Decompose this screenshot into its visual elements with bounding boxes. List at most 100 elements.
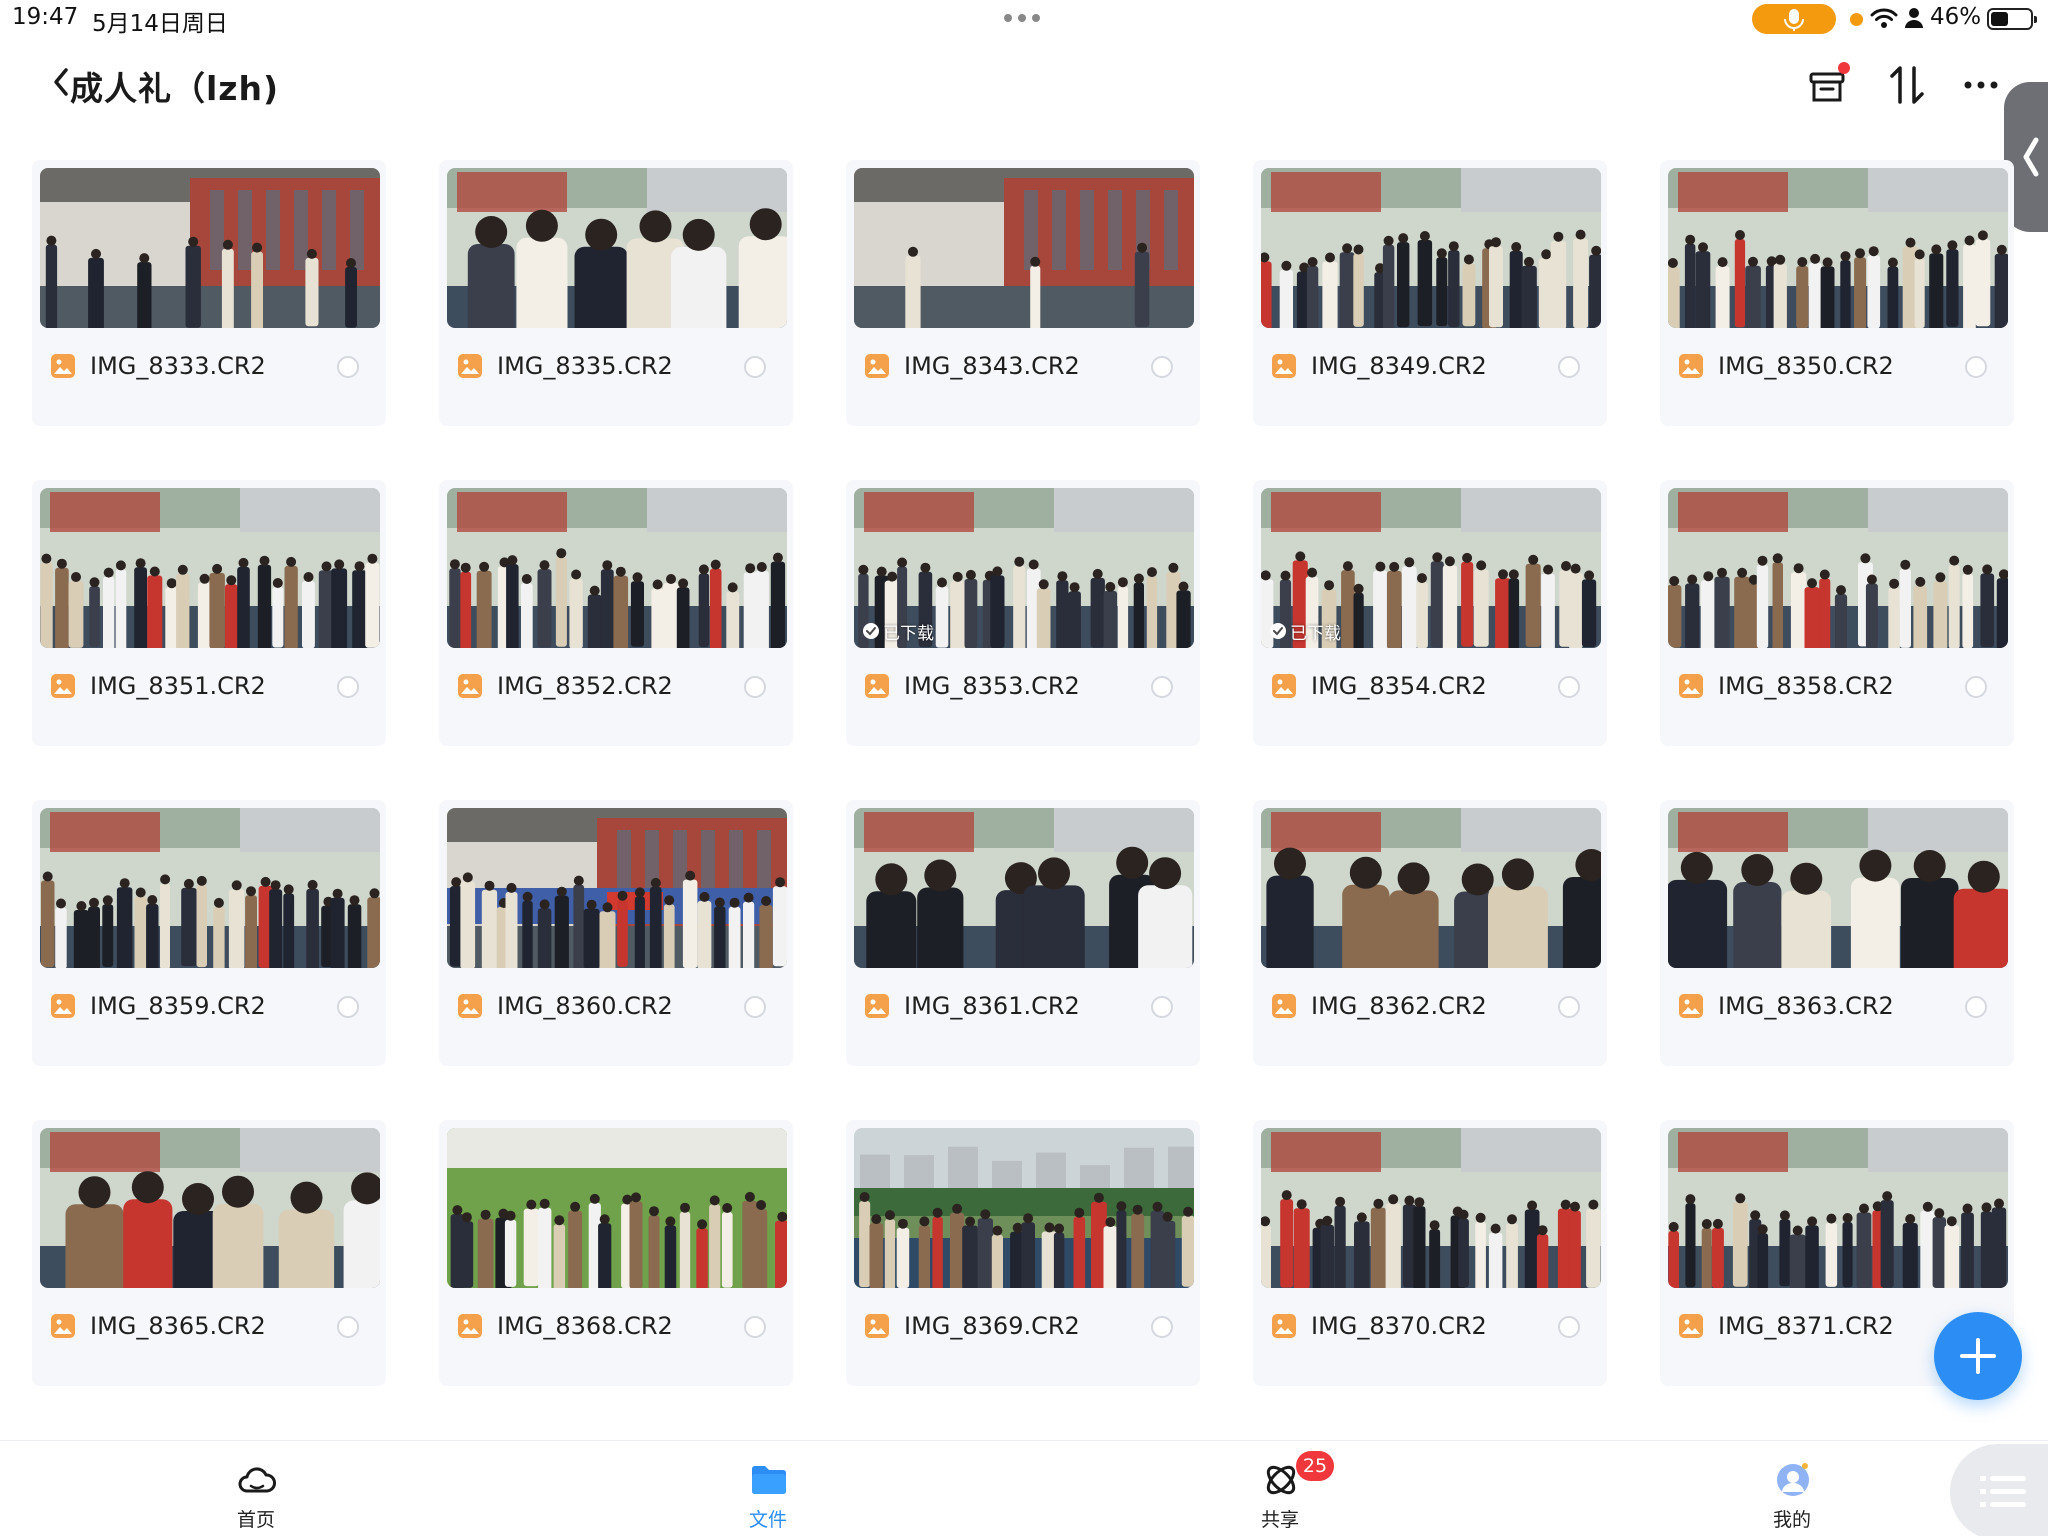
file-card[interactable]: IMG_8369.CR2 — [846, 1120, 1200, 1386]
file-thumbnail[interactable] — [447, 1128, 787, 1288]
select-checkbox[interactable] — [1558, 996, 1580, 1018]
tab-label: 文件 — [748, 1509, 787, 1531]
photo-thumbnail-image — [1261, 808, 1601, 968]
photo-thumbnail-image — [1261, 1128, 1601, 1288]
select-checkbox[interactable] — [1151, 1316, 1173, 1338]
file-thumbnail[interactable] — [447, 488, 787, 648]
file-name: IMG_8352.CR2 — [497, 672, 673, 700]
file-card[interactable]: IMG_8358.CR2 — [1660, 480, 2014, 746]
file-name: IMG_8349.CR2 — [1311, 352, 1487, 380]
file-card[interactable]: IMG_8349.CR2 — [1253, 160, 1607, 426]
select-checkbox[interactable] — [744, 356, 766, 378]
select-checkbox[interactable] — [744, 1316, 766, 1338]
file-card[interactable]: IMG_8351.CR2 — [32, 480, 386, 746]
image-file-icon — [457, 1313, 483, 1339]
file-thumbnail[interactable] — [854, 808, 1194, 968]
file-thumbnail[interactable]: 已下载 — [1261, 488, 1601, 648]
image-file-icon — [864, 1313, 890, 1339]
photo-thumbnail-image — [447, 1128, 787, 1288]
file-thumbnail[interactable] — [1261, 808, 1601, 968]
select-checkbox[interactable] — [1965, 996, 1987, 1018]
bottom-tab-bar: 首页 文件 25 共享 我的 — [0, 1440, 2048, 1536]
tab-share[interactable]: 25 共享 — [1220, 1451, 1340, 1535]
file-card[interactable]: IMG_8335.CR2 — [439, 160, 793, 426]
check-circle-icon — [863, 623, 879, 639]
list-view-toggle[interactable] — [1950, 1444, 2048, 1536]
file-card[interactable]: IMG_8350.CR2 — [1660, 160, 2014, 426]
file-card[interactable]: IMG_8333.CR2 — [32, 160, 386, 426]
downloaded-badge: 已下载 — [862, 620, 934, 644]
file-thumbnail[interactable] — [40, 168, 380, 328]
file-thumbnail[interactable]: 已下载 — [854, 488, 1194, 648]
file-card[interactable]: IMG_8360.CR2 — [439, 800, 793, 1066]
file-thumbnail[interactable] — [40, 808, 380, 968]
select-checkbox[interactable] — [337, 996, 359, 1018]
file-thumbnail[interactable] — [1668, 808, 2008, 968]
file-thumbnail[interactable] — [1668, 488, 2008, 648]
file-card[interactable]: IMG_8352.CR2 — [439, 480, 793, 746]
file-name: IMG_8358.CR2 — [1718, 672, 1894, 700]
file-thumbnail[interactable] — [40, 1128, 380, 1288]
select-checkbox[interactable] — [1965, 676, 1987, 698]
file-thumbnail[interactable] — [40, 488, 380, 648]
file-name: IMG_8351.CR2 — [90, 672, 266, 700]
downloaded-badge: 已下载 — [1269, 620, 1341, 644]
file-name: IMG_8371.CR2 — [1718, 1312, 1894, 1340]
file-thumbnail[interactable] — [447, 808, 787, 968]
select-checkbox[interactable] — [1558, 1316, 1580, 1338]
tab-label: 我的 — [1772, 1509, 1811, 1531]
file-card[interactable]: IMG_8362.CR2 — [1253, 800, 1607, 1066]
select-checkbox[interactable] — [337, 356, 359, 378]
select-checkbox[interactable] — [1558, 676, 1580, 698]
file-card[interactable]: IMG_8359.CR2 — [32, 800, 386, 1066]
image-file-icon — [864, 993, 890, 1019]
photo-thumbnail-image — [40, 808, 380, 968]
image-file-icon — [50, 1313, 76, 1339]
file-thumbnail[interactable] — [1261, 1128, 1601, 1288]
file-card[interactable]: IMG_8363.CR2 — [1660, 800, 2014, 1066]
image-file-icon — [1271, 993, 1297, 1019]
select-checkbox[interactable] — [744, 676, 766, 698]
file-card[interactable]: IMG_8370.CR2 — [1253, 1120, 1607, 1386]
image-file-icon — [50, 993, 76, 1019]
file-thumbnail[interactable] — [1261, 168, 1601, 328]
photo-thumbnail-image — [40, 1128, 380, 1288]
select-checkbox[interactable] — [337, 676, 359, 698]
file-card[interactable]: 已下载 IMG_8353.CR2 — [846, 480, 1200, 746]
add-button[interactable] — [1934, 1312, 2022, 1400]
file-name: IMG_8363.CR2 — [1718, 992, 1894, 1020]
tab-home[interactable]: 首页 — [196, 1459, 316, 1535]
select-checkbox[interactable] — [337, 1316, 359, 1338]
tab-files[interactable]: 文件 — [708, 1459, 828, 1535]
select-checkbox[interactable] — [1151, 676, 1173, 698]
plus-icon — [1960, 1338, 1996, 1374]
file-thumbnail[interactable] — [854, 168, 1194, 328]
file-card[interactable]: IMG_8343.CR2 — [846, 160, 1200, 426]
tab-label: 首页 — [236, 1509, 275, 1531]
select-checkbox[interactable] — [1151, 356, 1173, 378]
file-name: IMG_8343.CR2 — [904, 352, 1080, 380]
file-card[interactable]: IMG_8361.CR2 — [846, 800, 1200, 1066]
photo-thumbnail-image — [40, 168, 380, 328]
image-file-icon — [1678, 1313, 1704, 1339]
file-card[interactable]: IMG_8365.CR2 — [32, 1120, 386, 1386]
image-file-icon — [864, 353, 890, 379]
file-thumbnail[interactable] — [1668, 1128, 2008, 1288]
select-checkbox[interactable] — [744, 996, 766, 1018]
file-card[interactable]: IMG_8368.CR2 — [439, 1120, 793, 1386]
image-file-icon — [1271, 673, 1297, 699]
file-card[interactable]: 已下载 IMG_8354.CR2 — [1253, 480, 1607, 746]
file-name: IMG_8335.CR2 — [497, 352, 673, 380]
file-thumbnail[interactable] — [447, 168, 787, 328]
select-checkbox[interactable] — [1558, 356, 1580, 378]
file-thumbnail[interactable] — [1668, 168, 2008, 328]
file-name: IMG_8362.CR2 — [1311, 992, 1487, 1020]
file-name: IMG_8350.CR2 — [1718, 352, 1894, 380]
file-name: IMG_8369.CR2 — [904, 1312, 1080, 1340]
tab-mine[interactable]: 我的 — [1732, 1459, 1852, 1535]
file-thumbnail[interactable] — [854, 1128, 1194, 1288]
select-checkbox[interactable] — [1151, 996, 1173, 1018]
select-checkbox[interactable] — [1965, 356, 1987, 378]
profile-icon — [1777, 1463, 1809, 1496]
photo-thumbnail-image — [1668, 488, 2008, 648]
